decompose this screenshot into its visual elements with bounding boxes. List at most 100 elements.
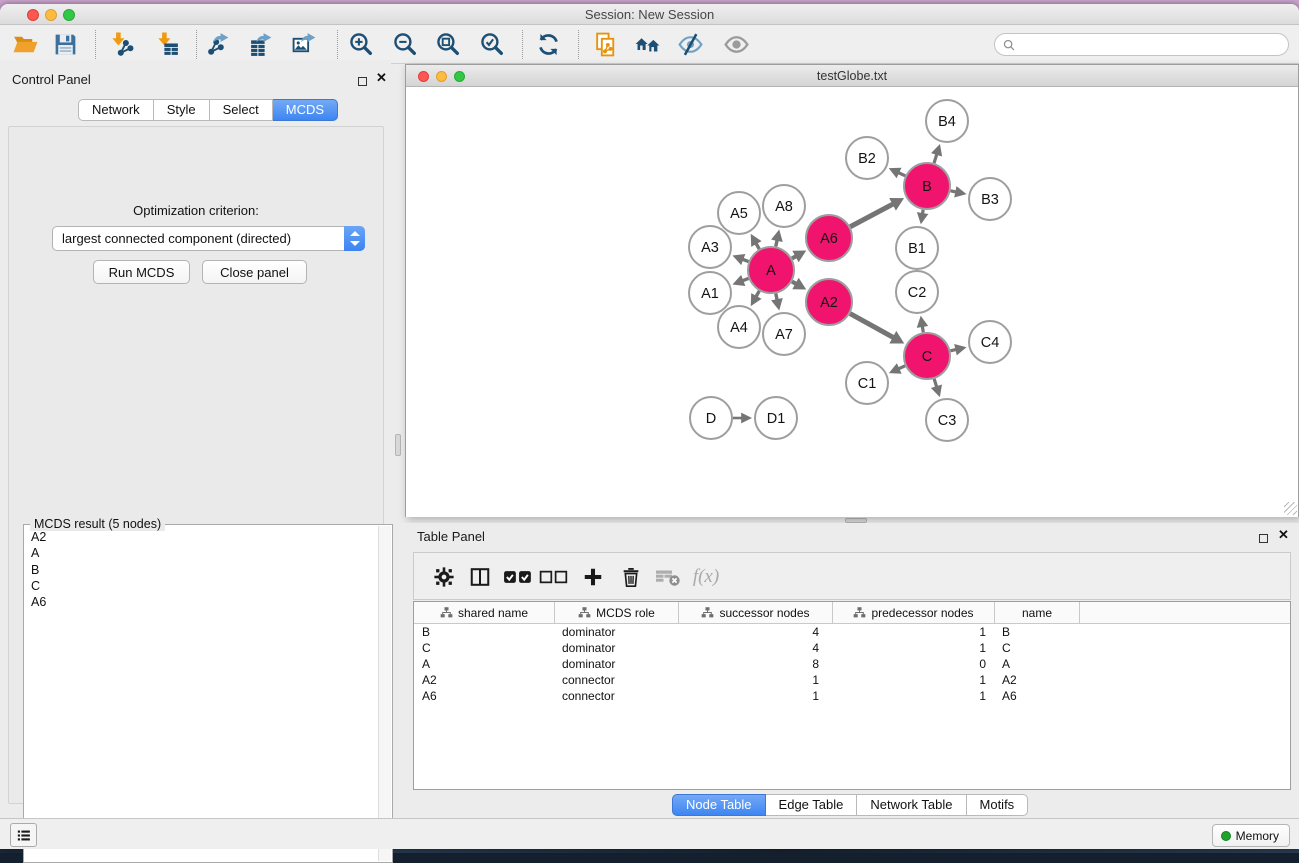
cell-mcds_role[interactable]: connector	[554, 672, 678, 688]
cell-successor_nodes[interactable]: 1	[678, 672, 832, 688]
graph-edge-A6-B[interactable]	[850, 203, 894, 226]
cell-shared_name[interactable]: A6	[414, 688, 554, 704]
column-header-MCDS-role[interactable]: MCDS role	[554, 602, 678, 623]
cell-predecessor_nodes[interactable]: 1	[832, 672, 994, 688]
app-titlebar[interactable]: Session: New Session	[0, 4, 1299, 25]
table-row[interactable]: Bdominator41B	[414, 624, 1290, 640]
cell-mcds_role[interactable]: connector	[554, 688, 678, 704]
tab-network-table[interactable]: Network Table	[857, 794, 966, 816]
network-graph[interactable]: B4B2BB3A8A5A6A3B1AC2A1A2A4A7C4CC1C3DD1	[406, 88, 1298, 517]
mcds-result-item[interactable]: C	[25, 578, 378, 594]
zoom-out-button[interactable]	[388, 28, 422, 61]
float-panel-icon[interactable]	[358, 73, 367, 91]
select-all-button[interactable]	[502, 561, 534, 593]
mcds-result-item[interactable]: A	[25, 545, 378, 561]
split-columns-button[interactable]	[464, 561, 496, 593]
export-table-icon	[248, 31, 275, 58]
export-network-button[interactable]	[201, 28, 235, 61]
run-mcds-button[interactable]: Run MCDS	[93, 260, 190, 284]
vertical-splitter-handle[interactable]	[395, 434, 401, 456]
save-button[interactable]	[48, 28, 82, 61]
graph-node-label: A8	[775, 199, 793, 215]
cell-shared_name[interactable]: C	[414, 640, 554, 656]
cell-successor_nodes[interactable]: 4	[678, 640, 832, 656]
memory-button[interactable]: Memory	[1212, 824, 1290, 847]
export-image-button[interactable]	[287, 28, 321, 61]
cell-shared_name[interactable]: A	[414, 656, 554, 672]
control-panel-tabs: NetworkStyleSelectMCDS	[78, 99, 338, 121]
graph-node-label: A2	[820, 295, 838, 311]
open-file-button[interactable]	[8, 28, 42, 61]
cell-predecessor_nodes[interactable]: 1	[832, 688, 994, 704]
hide-selected-button[interactable]	[673, 28, 707, 61]
tab-node-table[interactable]: Node Table	[672, 794, 766, 816]
tab-edge-table[interactable]: Edge Table	[766, 794, 858, 816]
close-panel-icon[interactable]: ✕	[376, 73, 387, 82]
deselect-all-button[interactable]	[538, 561, 570, 593]
search-input[interactable]	[1016, 38, 1288, 52]
mcds-result-item[interactable]: A6	[25, 594, 378, 610]
cell-mcds_role[interactable]: dominator	[554, 640, 678, 656]
cell-mcds_role[interactable]: dominator	[554, 624, 678, 640]
cell-predecessor_nodes[interactable]: 1	[832, 624, 994, 640]
add-button[interactable]	[577, 561, 609, 593]
result-scrollbar[interactable]	[378, 526, 391, 861]
cell-name[interactable]: A2	[994, 672, 1079, 688]
table-row[interactable]: Cdominator41C	[414, 640, 1290, 656]
zoom-in-button[interactable]	[344, 28, 378, 61]
export-table-button[interactable]	[244, 28, 278, 61]
refresh-layout-button[interactable]	[531, 28, 565, 61]
cell-predecessor_nodes[interactable]: 1	[832, 640, 994, 656]
column-header-shared-name[interactable]: shared name	[414, 602, 554, 623]
gear-button[interactable]	[428, 561, 460, 593]
cell-name[interactable]: A6	[994, 688, 1079, 704]
cell-mcds_role[interactable]: dominator	[554, 656, 678, 672]
cell-successor_nodes[interactable]: 8	[678, 656, 832, 672]
tab-motifs[interactable]: Motifs	[967, 794, 1029, 816]
import-table-button[interactable]	[150, 28, 184, 61]
delete-button[interactable]	[615, 561, 647, 593]
tab-style[interactable]: Style	[154, 99, 210, 121]
new-network-button[interactable]	[589, 28, 623, 61]
tab-network[interactable]: Network	[78, 99, 154, 121]
tab-select[interactable]: Select	[210, 99, 273, 121]
table-row[interactable]: A6connector11A6	[414, 688, 1290, 704]
cell-shared_name[interactable]: A2	[414, 672, 554, 688]
mcds-result-list: A2ABCA6	[25, 529, 378, 861]
table-float-panel-icon[interactable]	[1259, 530, 1268, 548]
cell-name[interactable]: C	[994, 640, 1079, 656]
cell-shared_name[interactable]: B	[414, 624, 554, 640]
column-header-predecessor-nodes[interactable]: predecessor nodes	[832, 602, 994, 623]
window-resize-grip[interactable]	[1284, 502, 1297, 515]
graph-node-label: C2	[908, 285, 927, 301]
show-all-button[interactable]	[719, 28, 753, 61]
graph-edge-A2-C[interactable]	[850, 314, 895, 339]
criterion-dropdown[interactable]: largest connected component (directed)	[52, 226, 365, 251]
mcds-result-item[interactable]: A2	[25, 529, 378, 545]
first-neighbors-button[interactable]	[630, 28, 664, 61]
table-row[interactable]: Adominator80A	[414, 656, 1290, 672]
import-network-button[interactable]	[104, 28, 138, 61]
hierarchy-icon	[440, 606, 453, 619]
column-header-name[interactable]: name	[994, 602, 1079, 623]
desktop: Session: New Session Control Panel ✕ Net…	[0, 0, 1299, 853]
zoom-selected-button[interactable]	[475, 28, 509, 61]
cell-successor_nodes[interactable]: 4	[678, 624, 832, 640]
search-field[interactable]	[994, 33, 1289, 56]
table-row[interactable]: A2connector11A2	[414, 672, 1290, 688]
cell-predecessor_nodes[interactable]: 0	[832, 656, 994, 672]
task-history-button[interactable]	[10, 823, 37, 847]
cell-name[interactable]: B	[994, 624, 1079, 640]
network-window-titlebar[interactable]: testGlobe.txt	[406, 65, 1298, 87]
mcds-result-item[interactable]: B	[25, 562, 378, 578]
cell-empty	[1079, 624, 1290, 640]
column-header-successor-nodes[interactable]: successor nodes	[678, 602, 832, 623]
import-table-icon	[154, 31, 181, 58]
tab-mcds[interactable]: MCDS	[273, 99, 338, 121]
network-canvas[interactable]: B4B2BB3A8A5A6A3B1AC2A1A2A4A7C4CC1C3DD1	[406, 88, 1298, 517]
cell-name[interactable]: A	[994, 656, 1079, 672]
close-panel-button[interactable]: Close panel	[202, 260, 307, 284]
zoom-fit-button[interactable]	[431, 28, 465, 61]
table-close-panel-icon[interactable]: ✕	[1278, 530, 1289, 539]
cell-successor_nodes[interactable]: 1	[678, 688, 832, 704]
